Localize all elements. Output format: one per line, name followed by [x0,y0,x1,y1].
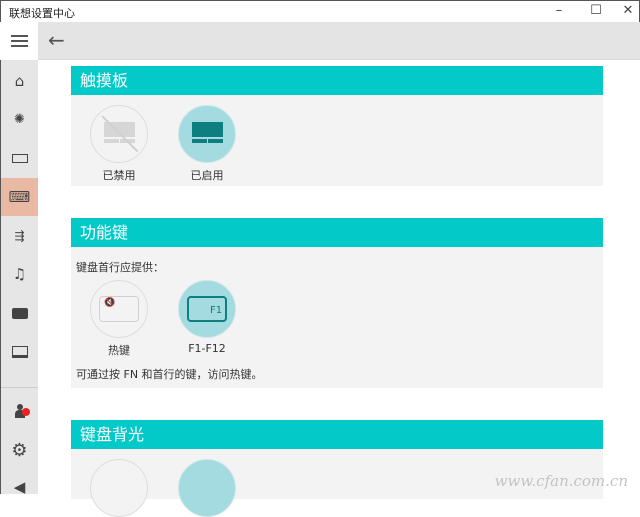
section-title: 触摸板 [71,66,603,95]
sidebar-item-lighting[interactable]: ✺ [1,100,38,138]
title-bar: 联想设置中心 – ☐ ✕ [0,0,640,22]
function-keys-section: 功能键 键盘首行应提供： 🔇 热键 F1 F1-F12 可通过按 FN 和首行的… [71,218,603,388]
option-label: 已禁用 [102,169,136,182]
option-label: 已启用 [190,169,224,182]
sidebar-item-home[interactable]: ⌂ [1,62,38,100]
section-title: 功能键 [71,218,603,247]
sidebar: ⌂ ✺ ⌨ ⇶ ♫ ⚙ ◀ [0,60,38,496]
window-title: 联想设置中心 [9,7,75,20]
camera-icon [11,307,28,319]
sidebar-divider [1,387,38,388]
fnkeys-note: 可通过按 FN 和首行的键，访问热键。 [76,368,263,381]
touchpad-enabled-icon [178,105,236,163]
touchpad-disabled-option[interactable]: 已禁用 [89,105,149,183]
sidebar-item-account[interactable] [1,392,38,430]
touchpad-disabled-icon [90,105,148,163]
backlight-off-option[interactable] [89,459,149,517]
back-arrow-icon[interactable]: ← [48,28,65,52]
hotkeys-option[interactable]: 🔇 热键 [89,280,149,358]
fnkeys-prompt: 键盘首行应提供： [76,261,164,274]
f1-key-icon: F1 [178,280,236,338]
sidebar-item-input[interactable]: ⌨ [1,178,38,216]
minimize-button[interactable]: – [539,1,579,23]
option-label: F1-F12 [188,342,226,355]
sidebar-item-display[interactable] [1,333,38,371]
keyboard-mouse-icon: ⌨ [8,188,31,206]
sidebar-item-battery[interactable] [1,139,38,177]
sidebar-item-feedback[interactable]: ◀ [1,468,38,506]
touchpad-section: 触摸板 已禁用 已启用 [71,66,603,186]
account-error-icon [14,404,30,418]
f1-f12-option[interactable]: F1 F1-F12 [177,280,237,355]
sidebar-item-settings[interactable]: ⚙ [1,431,38,469]
backlight-off-icon [90,459,148,517]
gear-icon: ⚙ [11,439,28,461]
watermark: www.cfan.com.cn [494,472,628,490]
hamburger-menu-button[interactable] [0,22,38,60]
sidebar-item-network[interactable]: ⇶ [1,217,38,255]
section-title: 键盘背光 [71,420,603,449]
monitor-icon [11,346,28,358]
home-icon: ⌂ [14,72,25,90]
backlight-on-icon [178,459,236,517]
touchpad-enabled-option[interactable]: 已启用 [177,105,237,183]
audio-video-icon: ♫ [12,265,27,283]
header-bar: ← [38,22,640,60]
close-button[interactable]: ✕ [608,1,640,23]
lightbulb-icon: ✺ [14,111,25,127]
backlight-on-option[interactable] [177,459,237,517]
option-label: 热键 [108,344,130,357]
megaphone-icon: ◀ [13,478,26,496]
battery-icon [11,153,28,163]
sidebar-item-camera[interactable] [1,294,38,332]
network-icon: ⇶ [14,229,25,243]
sidebar-item-audio[interactable]: ♫ [1,255,38,293]
hotkey-mute-icon: 🔇 [90,280,148,338]
